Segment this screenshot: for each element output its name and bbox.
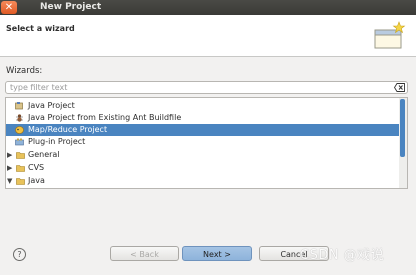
tree-item-general[interactable]: ▶ General — [6, 149, 399, 161]
tree-item-label: General — [28, 150, 60, 159]
folder-icon — [16, 178, 25, 185]
back-button[interactable]: < Back — [110, 246, 179, 261]
tree-scrollbar[interactable] — [399, 98, 407, 188]
tree-item-mapreduce-project[interactable]: Map/Reduce Project — [6, 124, 399, 136]
filter-field — [5, 81, 408, 94]
plugin-project-icon — [15, 138, 24, 146]
watermark: CSDN @戏说 — [300, 248, 385, 263]
tree-item-label: Java Project from Existing Ant Buildfile — [28, 113, 182, 122]
tree-item-cvs[interactable]: ▶ CVS — [6, 162, 399, 174]
close-button[interactable]: ✕ — [1, 1, 17, 14]
scrollbar-thumb[interactable] — [400, 99, 405, 157]
wizards-label: Wizards: — [6, 66, 43, 76]
help-button[interactable]: ? — [13, 248, 26, 261]
expand-arrow-icon[interactable]: ▶ — [7, 149, 14, 161]
window-title: New Project — [40, 2, 102, 12]
tree-item-label: Plug-in Project — [28, 137, 86, 146]
next-button[interactable]: Next > — [182, 246, 252, 261]
page-title: Select a wizard — [6, 24, 75, 33]
ant-buildfile-icon — [16, 114, 23, 122]
mapreduce-project-icon — [15, 126, 24, 134]
folder-icon — [16, 165, 25, 172]
clear-filter-icon[interactable] — [394, 83, 405, 92]
tree-item-java[interactable]: ▼ Java — [6, 175, 399, 187]
title-bar: ✕ New Project — [0, 0, 416, 15]
wizard-header: Select a wizard — [0, 15, 416, 57]
wizard-tree: Java Project Java Project from Existing … — [5, 97, 408, 189]
new-wizard-icon — [374, 21, 406, 49]
tree-item-label: Map/Reduce Project — [28, 125, 108, 134]
tree-item-label: Java Project — [28, 101, 75, 110]
tree-item-label: CVS — [28, 163, 45, 172]
expand-arrow-icon[interactable]: ▶ — [7, 162, 14, 174]
folder-icon — [16, 152, 25, 159]
java-project-icon — [15, 102, 23, 110]
tree-item-label: Java — [28, 176, 45, 185]
tree-item-plugin-project[interactable]: Plug-in Project — [6, 136, 399, 148]
tree-item-java-project[interactable]: Java Project — [6, 100, 399, 112]
tree-item-ant-project[interactable]: Java Project from Existing Ant Buildfile — [6, 112, 399, 124]
filter-input[interactable] — [8, 82, 392, 93]
collapse-arrow-icon[interactable]: ▼ — [7, 175, 14, 187]
